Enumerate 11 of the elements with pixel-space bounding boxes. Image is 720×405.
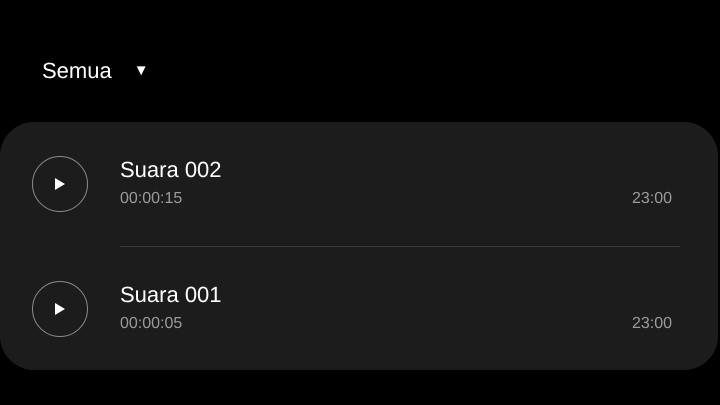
recording-time: 23:00 <box>632 189 672 210</box>
play-button[interactable] <box>32 281 88 337</box>
filter-dropdown[interactable]: Semua ▼ <box>42 58 149 84</box>
play-button[interactable] <box>32 156 88 212</box>
recording-duration: 00:00:15 <box>120 189 182 210</box>
recording-title: Suara 001 <box>120 282 223 308</box>
play-icon <box>54 177 66 191</box>
recording-duration: 00:00:05 <box>120 314 182 334</box>
recording-time: 23:00 <box>632 314 672 334</box>
recording-title: Suara 002 <box>120 156 223 184</box>
play-icon <box>54 302 66 316</box>
